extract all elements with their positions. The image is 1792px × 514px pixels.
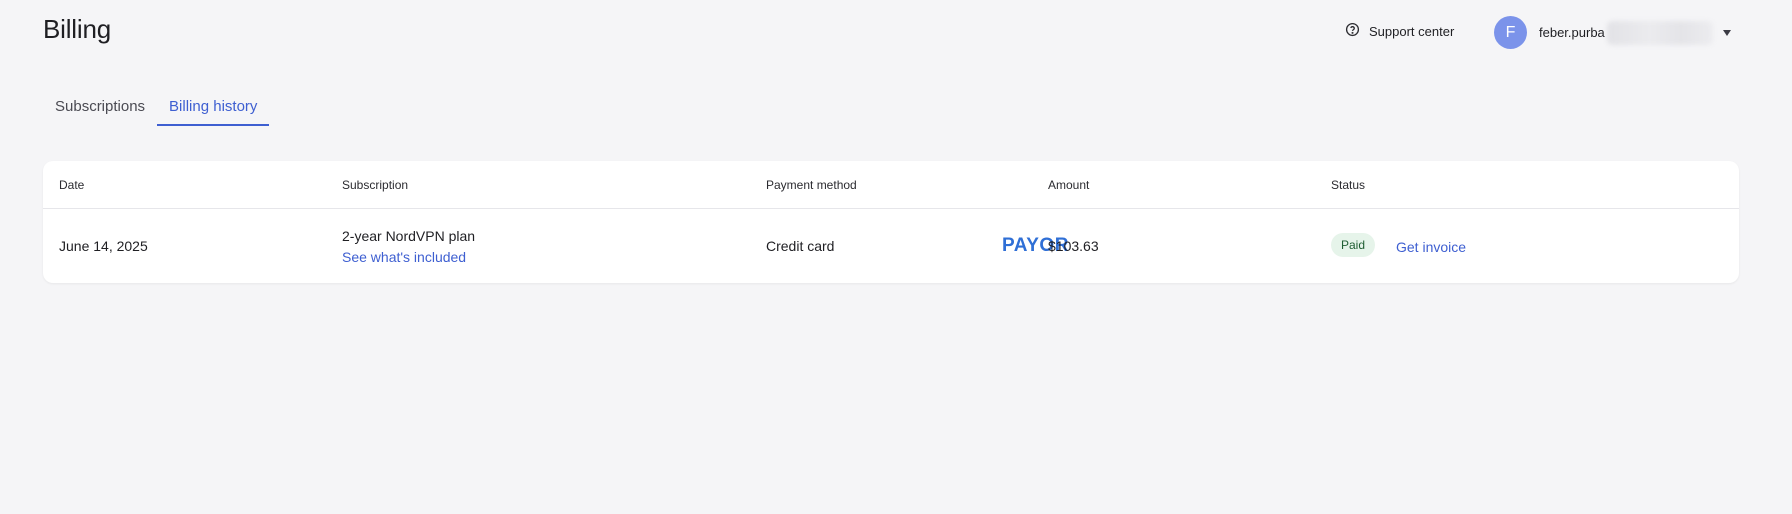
row-payment-method: Credit card xyxy=(766,238,835,254)
tab-billing-history[interactable]: Billing history xyxy=(157,92,270,126)
page-title: Billing xyxy=(43,14,111,44)
support-center-link[interactable]: Support center xyxy=(1345,22,1454,40)
column-header-amount: Amount xyxy=(1048,178,1090,192)
see-whats-included-link[interactable]: See what's included xyxy=(342,249,466,265)
tab-subscriptions[interactable]: Subscriptions xyxy=(43,92,157,125)
column-header-payment-method: Payment method xyxy=(766,178,857,192)
row-date: June 14, 2025 xyxy=(59,238,148,254)
caret-down-icon[interactable] xyxy=(1722,29,1731,36)
support-center-label: Support center xyxy=(1369,23,1455,39)
table-header: Date Subscription Payment method Amount … xyxy=(43,161,1739,209)
row-subscription: 2-year NordVPN plan xyxy=(342,228,476,244)
question-circle-icon xyxy=(1345,22,1360,40)
account-menu[interactable]: F feber.purba xyxy=(1494,16,1731,49)
billing-history-table: Date Subscription Payment method Amount … xyxy=(43,161,1739,283)
column-header-status: Status xyxy=(1331,178,1366,192)
column-header-subscription: Subscription xyxy=(342,178,409,192)
status-badge: Paid xyxy=(1331,233,1376,257)
billing-page: Billing Support center F feber.purba Sub… xyxy=(0,0,1792,514)
row-amount: $103.63 xyxy=(1048,238,1099,254)
column-header-date: Date xyxy=(59,178,85,192)
email-redaction xyxy=(1606,20,1713,45)
billing-tabs: Subscriptions Billing history xyxy=(43,92,270,126)
get-invoice-link[interactable]: Get invoice xyxy=(1396,239,1466,255)
account-email: feber.purba xyxy=(1539,25,1605,40)
avatar: F xyxy=(1494,16,1527,49)
